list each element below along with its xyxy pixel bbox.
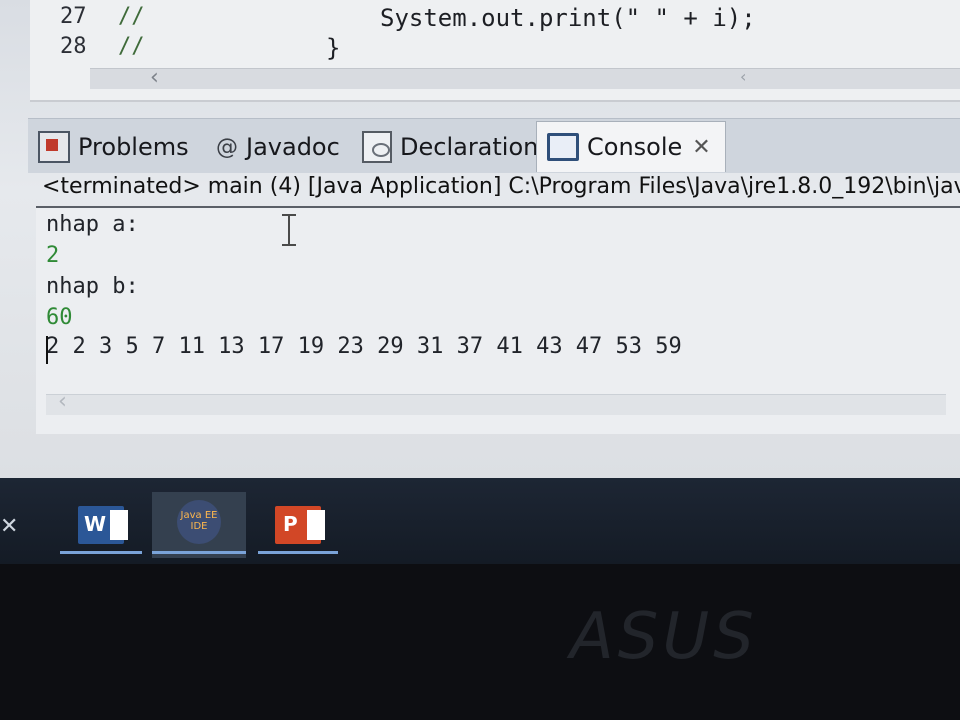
tab-problems[interactable]: Problems <box>38 129 189 165</box>
console-icon <box>547 133 579 161</box>
console-result-line: 2 2 3 5 7 11 13 17 19 23 29 31 37 41 43 … <box>46 334 682 359</box>
line-number: 28 <box>60 34 87 59</box>
code-brace: } <box>326 34 341 62</box>
taskbar-powerpoint-button[interactable]: P <box>258 492 338 558</box>
tab-javadoc[interactable]: @ Javadoc <box>216 129 340 165</box>
eclipse-window: 27 // 28 // System.out.print(" " + i); }… <box>0 0 960 478</box>
powerpoint-icon: P <box>275 506 325 544</box>
comment-marker: // <box>118 4 145 29</box>
taskbar-word-button[interactable]: W <box>60 492 142 558</box>
tab-label: Console <box>587 133 683 161</box>
code-editor[interactable]: 27 // 28 // System.out.print(" " + i); }… <box>30 0 960 102</box>
console-input-line: 2 <box>46 243 60 268</box>
problems-icon <box>38 131 70 163</box>
comment-marker: // <box>118 34 145 59</box>
tab-declaration[interactable]: Declaration <box>362 129 538 165</box>
tab-console[interactable]: Console ✕ <box>536 121 726 172</box>
scroll-thumb[interactable]: ‹ <box>740 67 746 86</box>
editor-horizontal-scrollbar[interactable]: ‹ ‹ <box>90 65 960 90</box>
taskbar-eclipse-button[interactable]: Java EE IDE <box>152 492 246 558</box>
running-indicator <box>60 551 142 554</box>
console-prompt-line: nhap a: <box>46 212 139 237</box>
word-icon: W <box>78 506 128 544</box>
tab-label: Declaration <box>400 133 539 161</box>
line-number: 27 <box>60 4 87 29</box>
close-icon[interactable]: ✕ <box>692 135 710 160</box>
text-caret <box>46 336 48 364</box>
console-horizontal-scrollbar[interactable]: ‹ <box>46 389 946 415</box>
console-output[interactable]: nhap a: 2 nhap b: 60 2 2 3 5 7 11 13 17 … <box>36 208 960 434</box>
view-tab-bar: Problems @ Javadoc Declaration Console ✕ <box>28 118 960 173</box>
code-statement: System.out.print(" " + i); <box>380 4 756 32</box>
console-status-header: <terminated> main (4) [Java Application]… <box>36 174 960 208</box>
brand-logo: ASUS <box>570 600 758 674</box>
running-indicator <box>258 551 338 554</box>
windows-taskbar: ✕ W Java EE IDE P <box>0 478 960 564</box>
eclipse-ide-icon: Java EE IDE <box>177 500 221 544</box>
i-beam-cursor-icon <box>282 214 296 246</box>
console-prompt-line: nhap b: <box>46 274 139 299</box>
tab-label: Javadoc <box>246 133 340 161</box>
scroll-left-arrow-icon[interactable]: ‹ <box>150 65 159 90</box>
editor-line: 28 // <box>30 34 930 64</box>
declaration-icon <box>362 131 392 163</box>
running-indicator <box>152 551 246 554</box>
laptop-bezel: ASUS <box>0 564 960 720</box>
tab-label: Problems <box>78 133 189 161</box>
console-input-line: 60 <box>46 305 73 330</box>
at-sign-icon: @ <box>216 134 238 160</box>
scroll-left-arrow-icon[interactable]: ‹ <box>56 389 69 414</box>
